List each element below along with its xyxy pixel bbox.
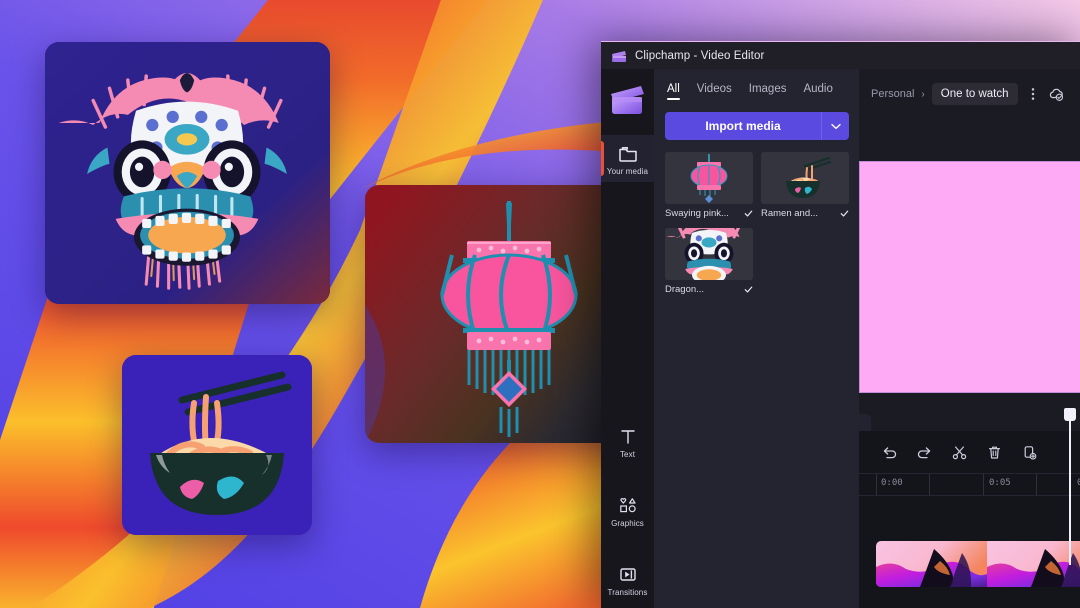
project-name-field[interactable]: One to watch — [931, 83, 1018, 105]
media-item-meta: Swaying pink... — [665, 208, 753, 219]
dragon-lion-illustration — [45, 42, 330, 304]
media-panel: All Videos Images Audio Import media Swa… — [654, 69, 859, 608]
breadcrumb-separator: › — [921, 88, 925, 100]
media-item-meta: Dragon... — [665, 284, 753, 295]
media-tabs: All Videos Images Audio — [667, 83, 849, 100]
check-icon — [744, 210, 753, 217]
media-grid: Swaying pink... Ramen and... Dragon... — [665, 152, 849, 295]
kebab-menu-icon[interactable] — [1025, 86, 1041, 102]
import-media-button[interactable]: Import media — [665, 112, 821, 140]
delete-button[interactable] — [982, 440, 1007, 465]
dragon-lion-thumb-icon — [665, 228, 753, 280]
chevron-down-icon — [830, 123, 841, 129]
stage-header: Personal › One to watch — [859, 69, 1080, 119]
breadcrumb-personal[interactable]: Personal — [871, 88, 914, 100]
text-t-icon — [620, 430, 635, 444]
redo-button[interactable] — [912, 440, 937, 465]
clapperboard-icon — [612, 50, 626, 62]
import-media-dropdown-button[interactable] — [821, 112, 849, 140]
transitions-icon — [619, 568, 636, 581]
folder-icon — [618, 147, 637, 162]
media-item[interactable]: Swaying pink... — [665, 152, 753, 219]
media-item-name: Ramen and... — [761, 208, 819, 219]
timeline: 0:00 0:05 0 — [859, 408, 1080, 608]
duplicate-button[interactable] — [1017, 440, 1042, 465]
cloud-check-icon[interactable] — [1048, 86, 1064, 102]
check-icon — [840, 210, 849, 217]
clip-thumbnail — [876, 541, 987, 587]
timeline-toolbar — [859, 431, 1080, 474]
media-item-meta: Ramen and... — [761, 208, 849, 219]
ramen-bowl-illustration — [122, 355, 312, 535]
tab-images[interactable]: Images — [749, 83, 787, 100]
ramen-bowl-thumb-icon — [761, 152, 849, 204]
sidebar-item-label: Text — [619, 450, 636, 459]
wallpaper-ramen-card — [122, 355, 312, 535]
media-item[interactable]: Ramen and... — [761, 152, 849, 219]
undo-arrow-icon — [883, 446, 897, 458]
media-thumbnail-lantern[interactable] — [665, 152, 753, 204]
media-item-name: Dragon... — [665, 284, 705, 295]
left-rail: Your media Text Graphics Transitions — [601, 69, 654, 608]
sidebar-item-text[interactable]: Text — [601, 418, 654, 465]
tab-all[interactable]: All — [667, 83, 680, 100]
pink-lantern-thumb-icon — [665, 152, 753, 204]
sidebar-item-transitions[interactable]: Transitions — [601, 556, 654, 603]
scissors-icon — [952, 445, 967, 459]
redo-arrow-icon — [917, 446, 931, 458]
sidebar-item-label: Transitions — [607, 588, 648, 597]
tab-audio[interactable]: Audio — [803, 83, 832, 100]
check-icon — [744, 286, 753, 293]
video-preview-frame[interactable] — [859, 161, 1080, 393]
clapperboard-icon-large — [610, 86, 644, 114]
wallpaper-dragon-card — [45, 42, 330, 304]
undo-button[interactable] — [877, 440, 902, 465]
ruler-label: 0:00 — [881, 478, 903, 488]
sidebar-item-your-media[interactable]: Your media — [601, 135, 654, 182]
playhead-knob[interactable] — [1064, 408, 1076, 421]
timeline-track-area[interactable] — [859, 496, 1080, 608]
sidebar-item-graphics[interactable]: Graphics — [601, 487, 654, 534]
media-item-name: Swaying pink... — [665, 208, 729, 219]
editor-stage: Personal › One to watch 0:00 0:05 — [859, 69, 1080, 608]
sidebar-item-label: Your media — [606, 167, 649, 176]
sidebar-item-label: Graphics — [611, 519, 644, 528]
window-title: Clipchamp - Video Editor — [635, 49, 765, 62]
import-media-row: Import media — [665, 112, 849, 140]
media-thumbnail-dragon[interactable] — [665, 228, 753, 280]
split-button[interactable] — [947, 440, 972, 465]
preview-area — [859, 119, 1080, 462]
title-bar: Clipchamp - Video Editor — [601, 42, 1080, 69]
clip-thumbnail — [987, 541, 1080, 587]
ruler-label: 0:05 — [989, 478, 1011, 488]
timeline-playhead[interactable] — [1064, 408, 1076, 565]
clipchamp-window: Clipchamp - Video Editor Your media Text… — [601, 41, 1080, 608]
media-item[interactable]: Dragon... — [665, 228, 753, 295]
tab-videos[interactable]: Videos — [697, 83, 732, 100]
trash-icon — [989, 446, 1000, 459]
media-thumbnail-ramen[interactable] — [761, 152, 849, 204]
timeline-ruler[interactable]: 0:00 0:05 0 — [859, 474, 1080, 496]
timeline-clip[interactable] — [876, 541, 1080, 587]
duplicate-icon — [1024, 445, 1037, 460]
shapes-icon — [619, 498, 636, 513]
